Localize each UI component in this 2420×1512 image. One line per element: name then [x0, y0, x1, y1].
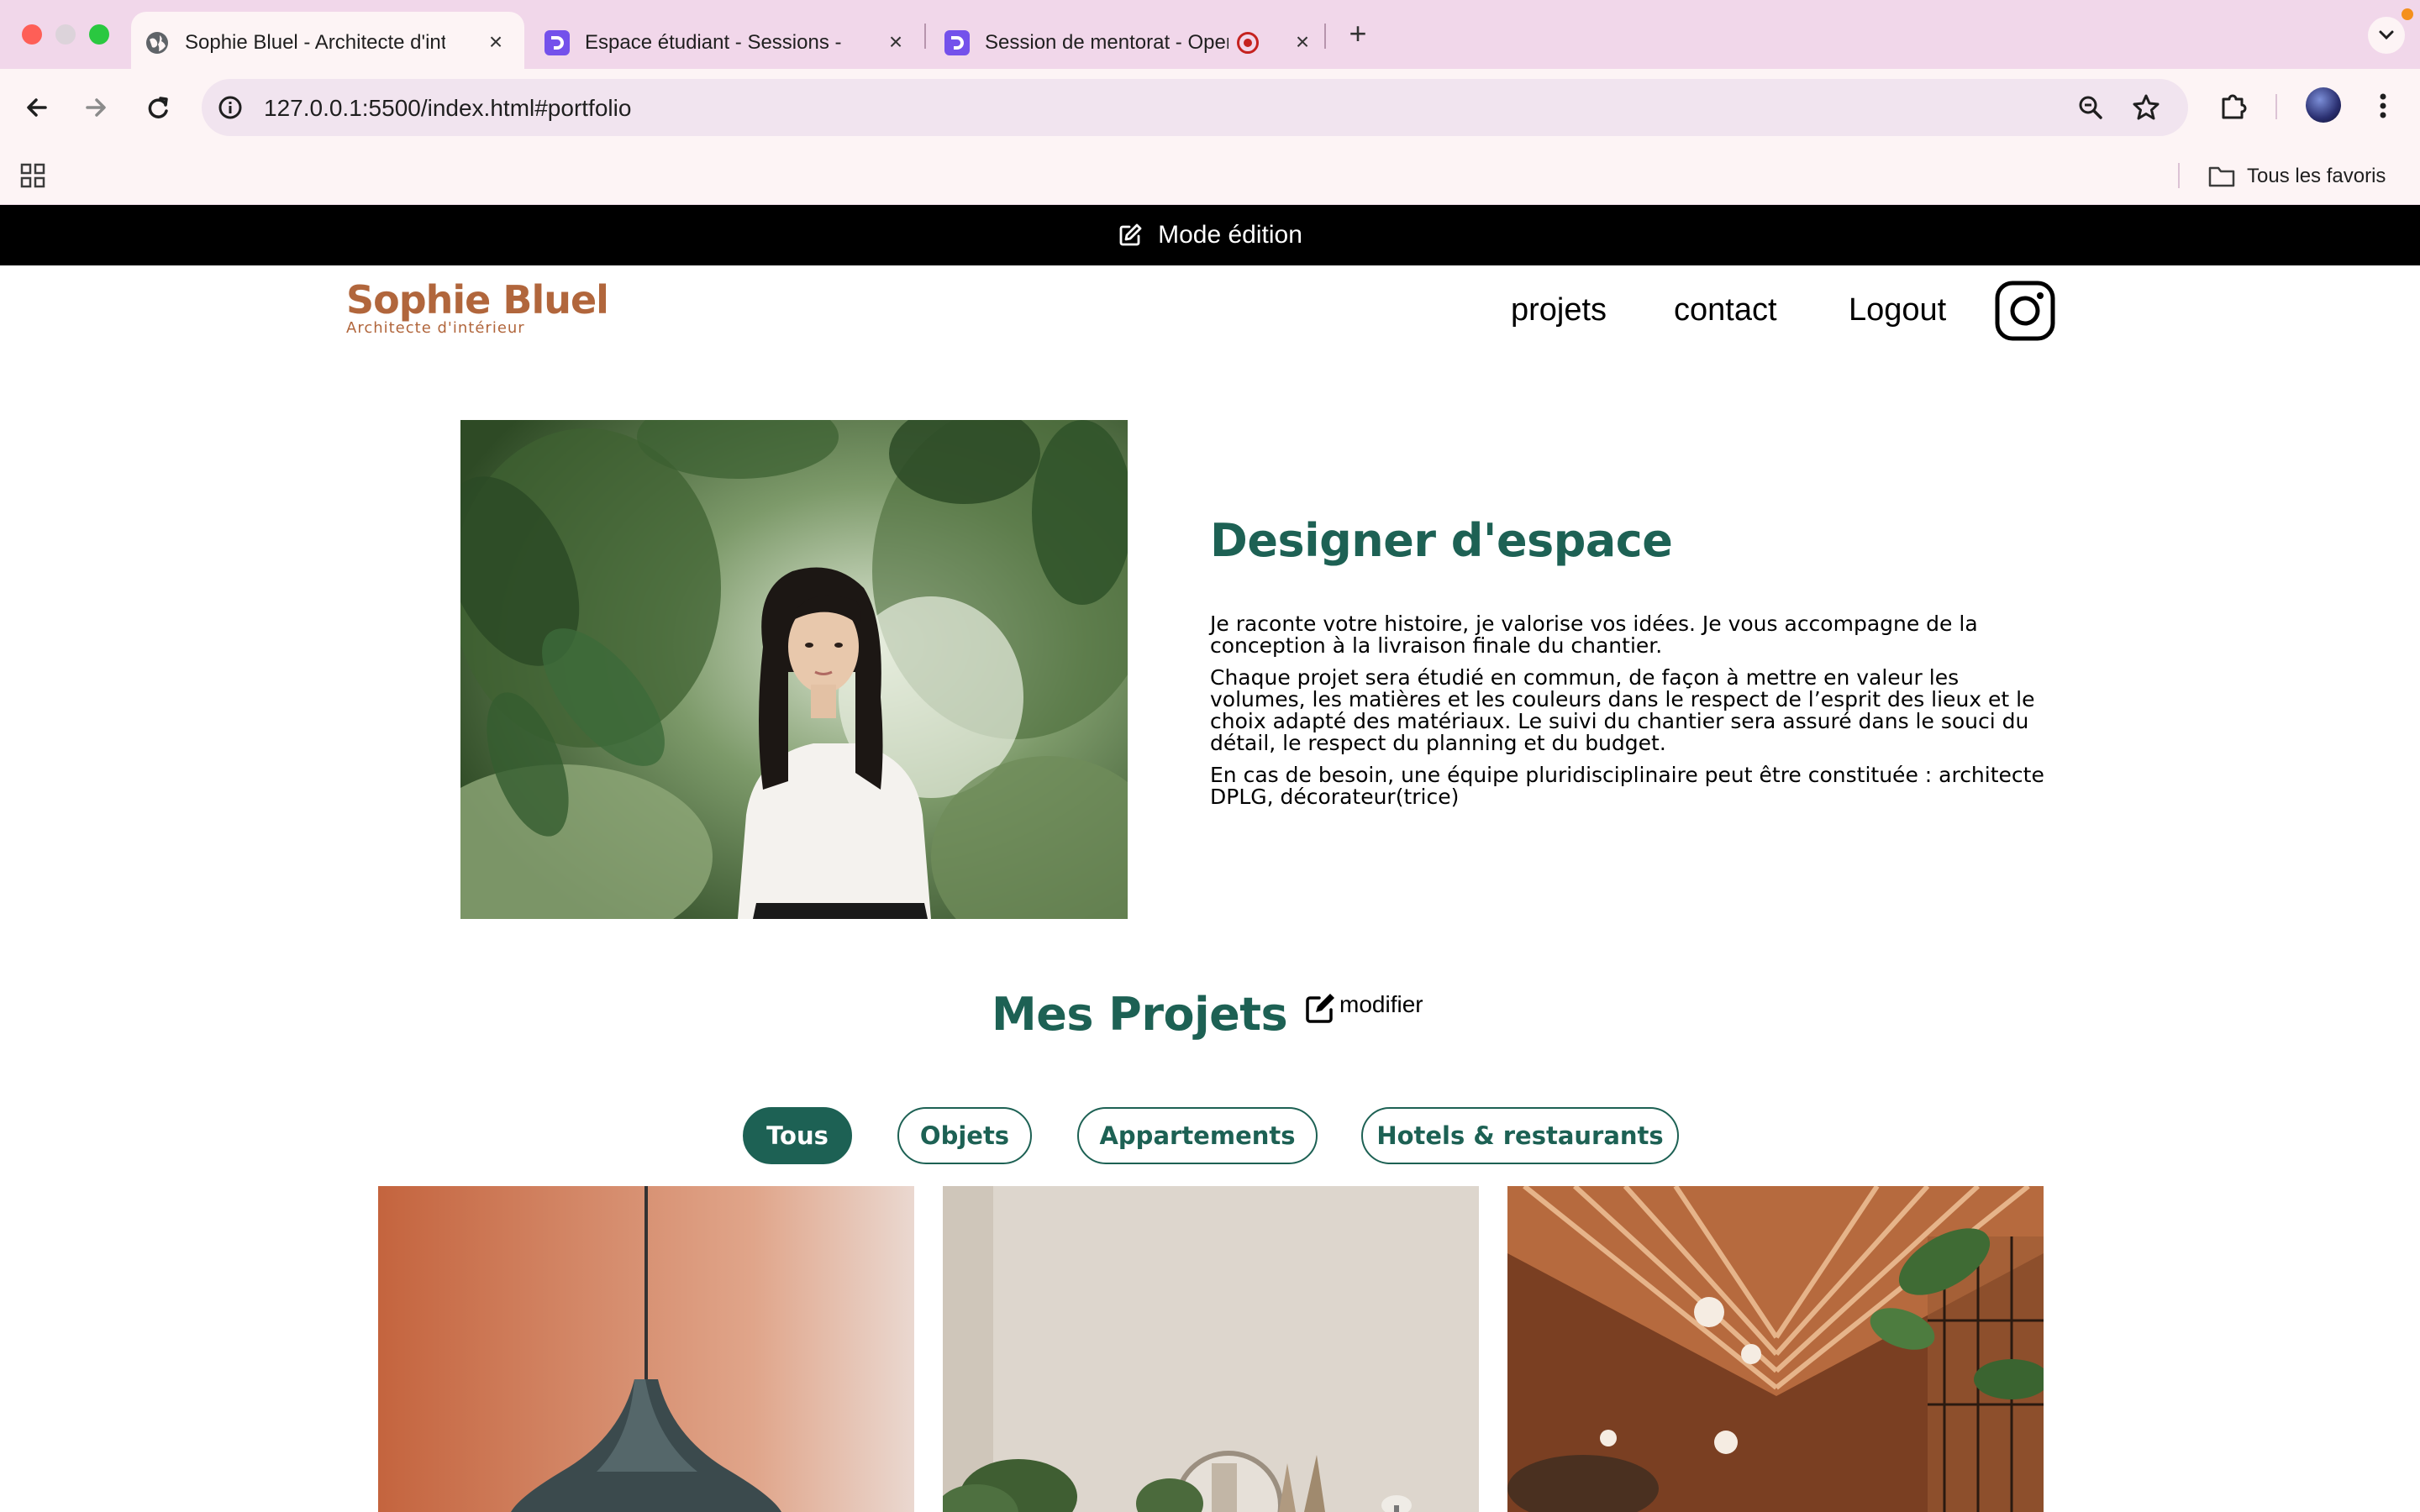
close-window-button[interactable] [22, 24, 42, 45]
tab-espace-etudiant[interactable]: Espace étudiant - Sessions - OpenClassro… [531, 12, 924, 69]
all-bookmarks-folder[interactable]: Tous les favoris [2208, 163, 2386, 190]
openclassrooms-icon [944, 30, 970, 55]
tab-sophie-bluel[interactable]: Sophie Bluel - Architecte d'intérieur × [131, 12, 524, 69]
apps-grid-icon[interactable] [20, 163, 45, 188]
tab-session-mentorat[interactable]: Session de mentorat - OpenClassrooms × [931, 12, 1331, 69]
filter-tous[interactable]: Tous [743, 1107, 852, 1164]
gallery-image-apartment [943, 1186, 1479, 1512]
tab-search-button[interactable] [2368, 17, 2405, 54]
filter-hotels-restaurants[interactable]: Hotels & restaurants [1361, 1107, 1679, 1164]
tab-separator [924, 24, 926, 49]
edit-icon [1306, 994, 1334, 1023]
intro-title: Designer d'espace [1210, 514, 1673, 567]
site-logo: Sophie Bluel Architecte d'intérieur [346, 277, 609, 337]
globe-icon [146, 32, 168, 54]
back-arrow-icon[interactable] [18, 89, 55, 126]
instagram-icon[interactable] [1995, 281, 2055, 341]
modify-label: modifier [1339, 991, 1423, 1017]
nav-contact[interactable]: contact [1674, 292, 1777, 328]
more-menu-icon[interactable] [2365, 87, 2402, 124]
edit-icon [1119, 223, 1142, 246]
browser-toolbar: 127.0.0.1:5500/index.html#portfolio [0, 69, 2420, 146]
intro-paragraph: Je raconte votre histoire, je valorise v… [1210, 612, 1978, 658]
forward-arrow-icon[interactable] [77, 89, 114, 126]
star-icon[interactable] [2131, 92, 2161, 123]
intro-paragraph: Chaque projet sera étudié en commun, de … [1210, 665, 2035, 755]
tab-separator [1324, 24, 1326, 49]
chevron-down-icon [2379, 30, 2394, 40]
close-tab-icon[interactable]: × [1287, 27, 1318, 57]
zoom-icon[interactable] [2075, 92, 2106, 123]
reload-icon[interactable] [139, 89, 176, 126]
folder-icon [2208, 166, 2235, 187]
tab-title: Sophie Bluel - Architecte d'intérieur [185, 31, 445, 54]
close-tab-icon[interactable]: × [881, 27, 911, 57]
site-info-icon[interactable] [217, 94, 244, 121]
update-badge [2402, 8, 2413, 20]
bookmarks-bar: Tous les favoris [0, 146, 2420, 205]
nav-projets[interactable]: projets [1511, 292, 1607, 328]
tab-title: Espace étudiant - Sessions - OpenClassro… [585, 31, 845, 54]
close-tab-icon[interactable]: × [481, 27, 511, 57]
gallery-image-restaurant [1507, 1186, 2044, 1512]
intro-paragraph: En cas de besoin, une équipe pluridiscip… [1210, 763, 2044, 809]
edit-mode-banner: Mode édition [0, 205, 2420, 265]
architect-portrait-photo [460, 420, 1128, 919]
modify-button[interactable]: modifier [1304, 990, 1423, 1025]
recording-icon [1237, 32, 1259, 54]
logo-name: Sophie Bluel [346, 277, 609, 323]
intro-text: Je raconte votre histoire, je valorise v… [1210, 613, 2050, 818]
new-tab-button[interactable]: + [1341, 17, 1375, 50]
url-text: 127.0.0.1:5500/index.html#portfolio [264, 95, 632, 121]
tab-title: Session de mentorat - OpenClassrooms [985, 31, 1228, 54]
minimize-window-button[interactable] [55, 24, 76, 45]
maximize-window-button[interactable] [89, 24, 109, 45]
address-bar[interactable]: 127.0.0.1:5500/index.html#portfolio [202, 79, 2188, 136]
toolbar-divider [2275, 94, 2277, 119]
openclassrooms-icon [544, 30, 570, 55]
extensions-puzzle-icon[interactable] [2215, 87, 2252, 124]
projects-title: Mes Projets [992, 988, 1288, 1041]
filter-appartements[interactable]: Appartements [1077, 1107, 1318, 1164]
nav-logout[interactable]: Logout [1849, 292, 1946, 328]
all-bookmarks-label: Tous les favoris [2247, 165, 2386, 187]
filter-objets[interactable]: Objets [897, 1107, 1032, 1164]
edit-mode-label: Mode édition [1158, 221, 1302, 249]
gallery-image-pendant-lamp [378, 1186, 914, 1512]
profile-avatar[interactable] [2306, 87, 2341, 123]
browser-tab-bar: Sophie Bluel - Architecte d'intérieur × … [0, 0, 2420, 69]
bookmarks-divider [2178, 163, 2180, 188]
